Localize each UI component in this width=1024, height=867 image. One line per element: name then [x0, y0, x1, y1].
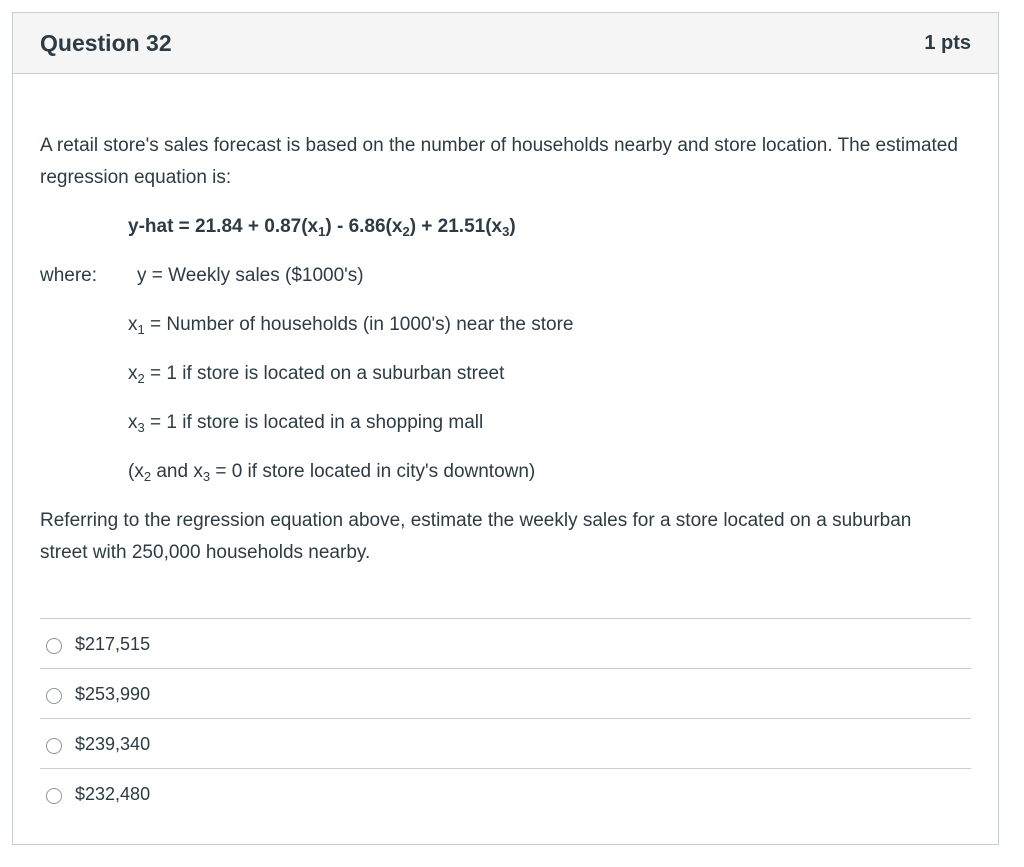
question-intro-text: A retail store's sales forecast is based… [40, 135, 958, 188]
equation-part: y-hat = 21.84 + 0.87(x [128, 216, 319, 237]
subscript: 2 [143, 469, 152, 484]
definition-text: = 1 if store is located in a shopping ma… [144, 412, 484, 433]
answer-label[interactable]: $239,340 [75, 728, 150, 760]
variable: x [128, 412, 138, 433]
answer-label[interactable]: $217,515 [75, 628, 150, 660]
note-part: and x [151, 461, 203, 482]
note-part: (x [128, 461, 144, 482]
question-body: A retail store's sales forecast is based… [13, 130, 998, 819]
equation-part: ) - 6.86(x [325, 216, 403, 237]
variable: x [128, 314, 138, 335]
definition-note: (x2 and x3 = 0 if store located in city'… [40, 456, 971, 488]
subscript: 3 [202, 469, 211, 484]
note-part: = 0 if store located in city's downtown) [210, 461, 536, 482]
radio-button[interactable] [46, 687, 62, 704]
equation-part: ) [509, 216, 516, 237]
answer-list: $217,515 $253,990 $239,340 $232,480 [40, 618, 971, 819]
answer-label[interactable]: $253,990 [75, 678, 150, 710]
question-points: 1 pts [924, 31, 971, 54]
where-label: where: [40, 265, 98, 286]
subscript: 2 [137, 371, 145, 386]
equation-part: ) + 21.51(x [409, 216, 503, 237]
question-prompt-text: Referring to the regression equation abo… [40, 510, 912, 563]
subscript: 3 [137, 420, 145, 435]
variable: x [128, 363, 138, 384]
subscript: 2 [402, 224, 410, 239]
where-row: where: y = Weekly sales ($1000's) [40, 260, 971, 292]
radio-button[interactable] [46, 737, 62, 754]
definition-text: = Number of households (in 1000's) near … [144, 314, 574, 335]
answer-option-3[interactable]: $239,340 [40, 719, 971, 769]
regression-equation: y-hat = 21.84 + 0.87(x1) - 6.86(x2) + 21… [40, 211, 971, 243]
definition-text: = 1 if store is located on a suburban st… [144, 363, 505, 384]
radio-button[interactable] [46, 637, 62, 654]
answer-option-4[interactable]: $232,480 [40, 769, 971, 819]
radio-button[interactable] [46, 788, 62, 804]
subscript: 1 [137, 322, 145, 337]
answer-option-2[interactable]: $253,990 [40, 669, 971, 719]
question-title: Question 32 [40, 29, 172, 56]
answer-option-1[interactable]: $217,515 [40, 619, 971, 669]
definition-x1: x1 = Number of households (in 1000's) ne… [40, 309, 971, 341]
definition-x2: x2 = 1 if store is located on a suburban… [40, 358, 971, 390]
answer-label[interactable]: $232,480 [75, 778, 150, 810]
definition-y: y = Weekly sales ($1000's) [137, 265, 364, 286]
question-header: Question 32 1 pts [13, 13, 998, 74]
definition-x3: x3 = 1 if store is located in a shopping… [40, 407, 971, 439]
question-card: Question 32 1 pts A retail store's sales… [12, 12, 999, 845]
